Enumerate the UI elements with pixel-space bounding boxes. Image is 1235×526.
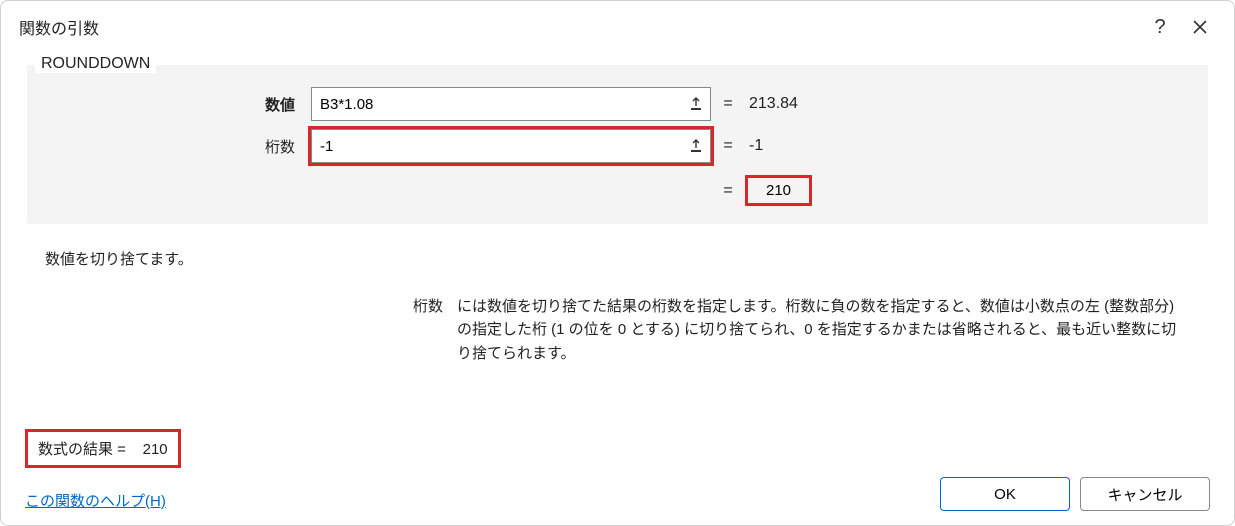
description-arg-name: 桁数 — [45, 295, 457, 316]
collapse-icon — [688, 138, 704, 154]
titlebar: 関数の引数 ? — [1, 1, 1234, 49]
arg-number-input[interactable] — [311, 87, 711, 121]
arg-number-input-wrap — [311, 87, 711, 121]
formula-result-highlight: 数式の結果 = 210 — [25, 429, 181, 468]
arg-digits-result: -1 — [745, 137, 763, 155]
collapse-button-digits[interactable] — [682, 130, 710, 162]
content-area: ROUNDDOWN 数値 = 213.84 桁数 — [1, 49, 1234, 415]
arguments-fieldset: ROUNDDOWN 数値 = 213.84 桁数 — [27, 65, 1208, 224]
description-block: 数値を切り捨てます。 桁数 には数値を切り捨てた結果の桁数を指定します。桁数に負… — [27, 224, 1208, 365]
dialog-title: 関数の引数 — [19, 15, 1140, 39]
function-name-label: ROUNDDOWN — [35, 55, 156, 73]
help-icon: ? — [1154, 16, 1165, 39]
footer-buttons: OK キャンセル — [940, 477, 1210, 511]
function-help-link[interactable]: この関数のヘルプ(H) — [25, 490, 940, 511]
arg-row-number: 数値 = 213.84 — [41, 87, 1194, 121]
help-button[interactable]: ? — [1140, 11, 1180, 43]
footer-left: 数式の結果 = 210 この関数のヘルプ(H) — [25, 429, 940, 511]
arg-row-digits: 桁数 = -1 — [41, 129, 1194, 163]
equals-sign: = — [711, 182, 745, 200]
description-main: 数値を切り捨てます。 — [45, 248, 1200, 269]
footer: 数式の結果 = 210 この関数のヘルプ(H) OK キャンセル — [1, 415, 1234, 525]
collapse-icon — [688, 96, 704, 112]
arg-digits-label: 桁数 — [41, 136, 311, 157]
close-icon — [1193, 20, 1207, 34]
collapse-button-number[interactable] — [682, 88, 710, 120]
equals-sign: = — [711, 95, 745, 113]
close-button[interactable] — [1180, 11, 1220, 43]
equals-sign: = — [711, 137, 745, 155]
arg-digits-input[interactable] — [311, 129, 711, 163]
arg-digits-input-wrap — [311, 129, 711, 163]
calc-result-highlight: 210 — [745, 175, 812, 206]
calc-result-value: 210 — [766, 182, 791, 199]
description-arg-text: には数値を切り捨てた結果の桁数を指定します。桁数に負の数を指定すると、数値は小数… — [457, 295, 1200, 365]
arg-number-label: 数値 — [41, 94, 311, 115]
description-arg-row: 桁数 には数値を切り捨てた結果の桁数を指定します。桁数に負の数を指定すると、数値… — [45, 295, 1200, 365]
cancel-button[interactable]: キャンセル — [1080, 477, 1210, 511]
calc-result-row: = 210 — [41, 175, 1194, 206]
function-arguments-dialog: 関数の引数 ? ROUNDDOWN 数値 = 213.84 — [0, 0, 1235, 526]
ok-button[interactable]: OK — [940, 477, 1070, 511]
formula-result-value: 210 — [143, 441, 168, 458]
arg-number-result: 213.84 — [745, 95, 798, 113]
formula-result-label: 数式の結果 = — [38, 441, 126, 458]
